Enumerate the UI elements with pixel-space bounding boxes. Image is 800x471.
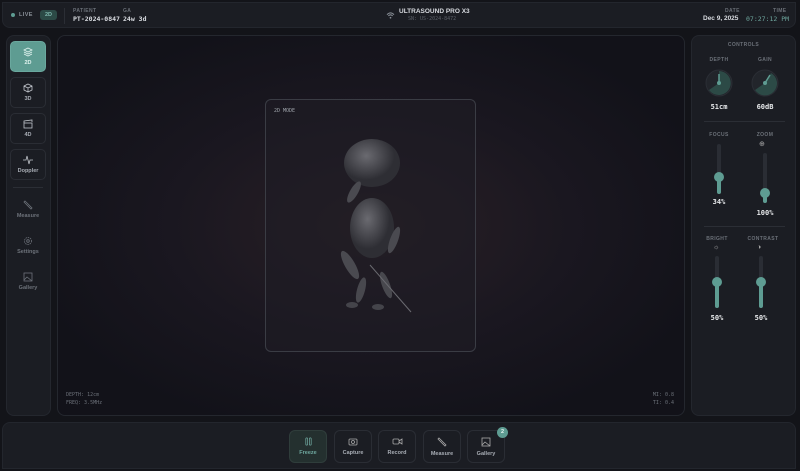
freeze-label: Freeze <box>299 450 317 456</box>
device-name: ULTRASOUND PRO X3 <box>399 8 470 15</box>
ruler-icon <box>437 436 447 447</box>
zoom-value: 100% <box>756 209 774 217</box>
patient-id: PT-2024-0847 <box>73 15 120 23</box>
live-indicator-icon <box>11 13 15 17</box>
ga-value: 24w 3d <box>123 15 147 23</box>
brightness-slider[interactable] <box>712 256 722 308</box>
sidebar-item-label: Measure <box>16 213 40 219</box>
video-icon <box>392 438 402 445</box>
gallery-label: Gallery <box>476 450 496 457</box>
ultrasound-viewport[interactable]: 2D MODE DEPTH: 12cm FREQ: 3.5MHz MI: 0.8… <box>57 35 685 416</box>
focus-slider-thumb[interactable] <box>714 172 724 182</box>
pause-icon <box>304 437 312 446</box>
layers-icon <box>23 47 33 57</box>
capture-button[interactable]: Capture <box>334 430 372 463</box>
contrast-slider[interactable] <box>756 256 766 308</box>
sidebar-item-4d[interactable]: 4D <box>10 113 46 144</box>
mi-readout: MI: 0.8 <box>652 392 674 398</box>
focus-value: 34% <box>712 198 726 206</box>
clapperboard-icon <box>23 119 33 129</box>
gain-label: GAIN <box>757 57 773 63</box>
ti-readout: TI: 0.4 <box>652 400 674 406</box>
contrast-slider-thumb[interactable] <box>756 277 766 287</box>
measure-label: Measure <box>430 450 454 457</box>
sidebar-item-label: Gallery <box>18 285 38 291</box>
sidebar-item-label: 3D <box>24 96 32 102</box>
zoom-in-icon: ⊕ <box>759 141 765 148</box>
sidebar-item-gallery[interactable]: Gallery <box>10 266 46 297</box>
contrast-value: 50% <box>754 314 768 322</box>
sidebar-item-label: 2D <box>24 60 32 66</box>
gain-knob[interactable] <box>751 69 779 97</box>
zoom-slider-thumb[interactable] <box>760 188 770 198</box>
mode-sidebar: 2D 3D 4D Doppler Measure Settings Galler… <box>6 35 51 416</box>
sidebar-item-measure[interactable]: Measure <box>10 194 46 225</box>
bright-label: BRIGHT <box>706 236 728 242</box>
image-icon <box>481 437 491 446</box>
patient-label: PATIENT <box>73 8 97 14</box>
sidebar-item-3d[interactable]: 3D <box>10 77 46 108</box>
divider <box>704 226 785 227</box>
gallery-count-badge: 2 <box>497 427 508 438</box>
capture-label: Capture <box>342 450 364 456</box>
freeze-button[interactable]: Freeze <box>289 430 327 463</box>
bottom-toolbar: Freeze Capture Record Measure Gallery 2 <box>2 422 796 469</box>
time-label: TIME <box>773 8 787 14</box>
divider <box>64 8 65 24</box>
record-label: Record <box>387 450 407 456</box>
wifi-icon <box>386 12 395 19</box>
cube-icon <box>23 83 33 93</box>
fetus-image <box>340 139 412 313</box>
time-value: 07:27:12 PM <box>746 15 790 23</box>
image-icon <box>23 272 33 282</box>
sidebar-item-label: 4D <box>24 132 32 138</box>
scan-area[interactable]: 2D MODE <box>265 99 476 352</box>
brightness-icon: ☼ <box>713 244 720 251</box>
camera-icon <box>348 438 358 446</box>
divider <box>13 187 43 188</box>
gain-value: 60dB <box>756 103 774 111</box>
ruler-icon <box>23 200 33 210</box>
bright-value: 50% <box>710 314 724 322</box>
sidebar-item-doppler[interactable]: Doppler <box>10 149 46 180</box>
focus-label: FOCUS <box>709 132 729 138</box>
top-bar: LIVE 2D PATIENT PT-2024-0847 GA 24w 3d U… <box>2 2 796 28</box>
focus-slider[interactable] <box>714 144 724 194</box>
gear-icon <box>24 237 32 245</box>
sidebar-item-label: Doppler <box>17 168 39 174</box>
depth-readout: DEPTH: 12cm <box>66 392 100 398</box>
brightness-slider-thumb[interactable] <box>712 277 722 287</box>
waveform-icon <box>23 155 33 165</box>
controls-panel: CONTROLS DEPTH GAIN 51cm 60dB FOCUS ZOOM… <box>691 35 796 416</box>
controls-title: CONTROLS <box>727 42 760 48</box>
contrast-icon: ◑ <box>757 244 762 251</box>
divider <box>704 121 785 122</box>
depth-label: DEPTH <box>709 57 729 63</box>
depth-value: 51cm <box>710 103 728 111</box>
frequency-readout: FREQ: 3.5MHz <box>66 400 103 406</box>
sidebar-item-label: Settings <box>17 249 39 255</box>
zoom-slider[interactable] <box>760 153 770 203</box>
serial-number: SN: US-2024-8472 <box>408 16 457 22</box>
zoom-label: ZOOM <box>756 132 774 138</box>
date-label: DATE <box>725 8 740 14</box>
contrast-label: CONTRAST <box>747 236 779 242</box>
measure-button[interactable]: Measure <box>423 430 461 463</box>
sidebar-item-2d[interactable]: 2D <box>10 41 46 72</box>
mode-badge: 2D <box>40 10 57 20</box>
date-value: Dec 9, 2025 <box>703 15 739 22</box>
depth-knob[interactable] <box>705 69 733 97</box>
live-label: LIVE <box>19 12 33 18</box>
ga-label: GA <box>123 8 132 14</box>
record-button[interactable]: Record <box>378 430 416 463</box>
sidebar-item-settings[interactable]: Settings <box>10 230 46 261</box>
